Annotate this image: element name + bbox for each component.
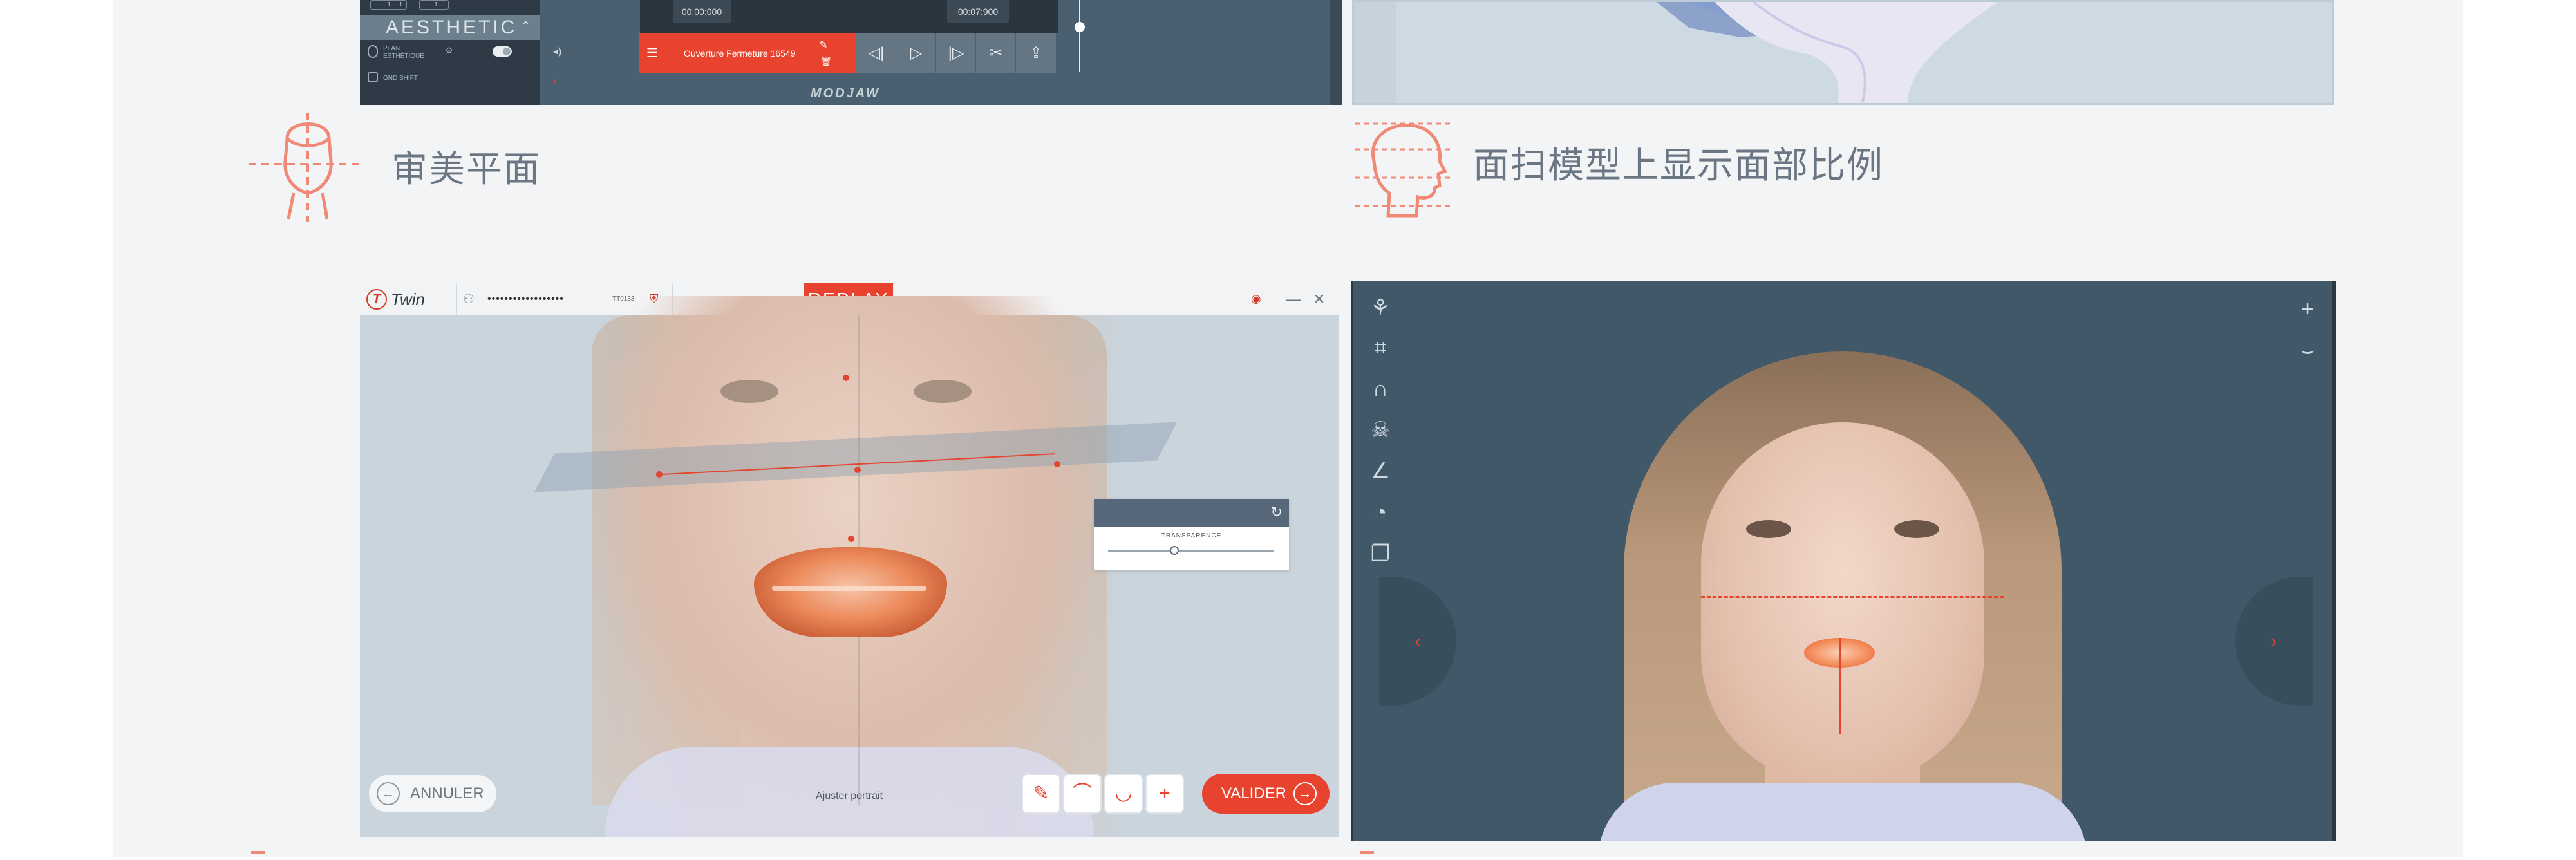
minimize-icon[interactable]: — [1281, 283, 1306, 315]
angle-tool-icon[interactable]: ∠ [1366, 457, 1395, 485]
back-arrow-icon[interactable]: ← [377, 782, 400, 805]
scissors-icon[interactable]: ✂ [975, 33, 1016, 73]
dental-arch-3d-model[interactable] [754, 547, 947, 637]
collapse-arrow-icon[interactable]: ‹ [553, 76, 556, 88]
modjaw-screenshot: ····· 1··· 1 ···· 1··· AESTHETIC ⌃ PLAN … [360, 0, 1342, 105]
modjaw-logo: MODJAW [811, 86, 880, 100]
skull-tool-icon[interactable]: ☠ [1366, 416, 1395, 444]
modjaw-sidebar-tabs: ····· 1··· 1 ···· 1··· [360, 0, 540, 12]
portrait-eye-right [914, 380, 972, 403]
timeline-end-time: 00:07:900 [947, 0, 1009, 23]
page-background: ····· 1··· 1 ···· 1··· AESTHETIC ⌃ PLAN … [113, 0, 2463, 857]
play-icon[interactable]: ▷ [896, 33, 936, 73]
trash-icon[interactable]: 🗑 [820, 41, 832, 81]
patient-name: •••••••••••••••••• [487, 294, 564, 304]
plan-esthetique-label: PLAN ESTHÉTIQUE [383, 45, 424, 60]
next-arrow[interactable]: › [2235, 577, 2313, 706]
timeline-scrubber[interactable] [1079, 0, 1080, 72]
portrait-eye-right [1894, 520, 1939, 538]
transparency-panel-header [1094, 499, 1289, 527]
title-divider [456, 283, 457, 315]
record-icon[interactable]: ◉ [1251, 292, 1261, 306]
aesthetic-section-header[interactable]: AESTHETIC [360, 15, 540, 40]
brush-tool-icon[interactable]: ✎ [1022, 774, 1060, 814]
timeline-start-time: 00:00:000 [673, 0, 731, 23]
chin-midline[interactable] [1839, 638, 1841, 734]
partial-icon [251, 851, 265, 860]
skeleton-tool-icon[interactable]: ⚘ [1366, 294, 1395, 322]
ttwin-logo-text: Twin [391, 290, 425, 309]
face-proportion-screenshot: ⚘ ⌗ ∩ ☠ ∠ ◔ ❐ + ⌣ ‹ › [1351, 281, 2336, 841]
landmark-point[interactable] [854, 467, 861, 473]
right-toolbar-strip [1330, 0, 1342, 105]
head-profile-tool-icon[interactable]: ◔ [1366, 498, 1395, 527]
hamburger-menu-icon[interactable]: ☰ [639, 33, 665, 73]
head-profile-proportion-icon [1355, 122, 1451, 218]
clip-bar[interactable]: Ouverture Fermeture 16549 ✎ 🗑 [639, 33, 856, 73]
forward-arrow-icon[interactable]: → [1293, 782, 1317, 805]
ttwin-screenshot: T Twin ⚇ •••••••••••••••••• TT0133 ⛨ REP… [360, 283, 1339, 837]
timeline-scrubber-knob[interactable] [1075, 22, 1085, 32]
smile-curve-tool-icon[interactable]: ◡ [1104, 774, 1143, 814]
previous-arrow[interactable]: ‹ [1379, 577, 1456, 706]
status-text: Ajuster portrait [815, 790, 883, 801]
crosshair-icon[interactable]: + [2293, 295, 2322, 323]
clip-label: Ouverture Fermeture 16549 [684, 48, 796, 59]
chevron-up-icon[interactable]: ⌃ [521, 19, 531, 33]
portrait-eye-left [1746, 520, 1791, 538]
caption-aesthetic-plane: 审美平面 [391, 149, 541, 189]
modjaw-tab-2[interactable]: ···· 1··· [419, 0, 449, 10]
speaker-icon[interactable]: ◂) [553, 45, 561, 58]
face-model-render [1352, 0, 2334, 105]
landmark-point[interactable] [848, 536, 854, 542]
transparency-slider-knob[interactable] [1170, 546, 1180, 555]
arch-tool-icon[interactable]: ∩ [1366, 375, 1395, 403]
refresh-icon[interactable]: ↻ [1271, 504, 1283, 521]
partial-icon [1360, 851, 1374, 860]
grid-tool-icon[interactable]: ⌗ [1366, 333, 1395, 362]
transparency-panel: ↻ TRANSPARENCE [1094, 499, 1289, 570]
user-icon: ⚇ [463, 292, 475, 306]
arch-tool-icon[interactable]: ⌒ [1063, 774, 1102, 814]
modjaw-sidebar: ····· 1··· 1 ···· 1··· AESTHETIC ⌃ PLAN … [360, 0, 540, 105]
settings-icon[interactable]: ⚙ [445, 45, 453, 56]
dental-arch-highlight [772, 586, 926, 591]
face-plane-icon [368, 45, 378, 58]
close-icon[interactable]: ✕ [1306, 283, 1332, 315]
modjaw-tab-1[interactable]: ····· 1··· 1 [370, 0, 408, 10]
face-aesthetic-plane-icon [249, 113, 364, 222]
landmark-point[interactable] [843, 375, 849, 381]
caption-face-scan-proportions: 面扫模型上显示面部比例 [1473, 145, 1884, 185]
gnd-shift-label: GND SHIFT [383, 75, 418, 82]
plan-esthetique-toggle[interactable] [493, 46, 512, 57]
transparency-label: TRANSPARENCE [1161, 532, 1222, 539]
proportion-guideline[interactable] [1701, 596, 2004, 598]
transparency-slider-track[interactable] [1108, 550, 1274, 552]
portrait-face [1701, 422, 1984, 783]
portrait-shirt [1598, 783, 2087, 841]
book-tool-icon[interactable]: ❐ [1366, 539, 1395, 568]
step-back-icon[interactable]: ◁| [856, 33, 896, 73]
face-model-illustration [1354, 2, 1998, 103]
share-icon[interactable]: ⇪ [1015, 33, 1056, 73]
landmark-point[interactable] [656, 471, 663, 478]
shift-icon [368, 72, 378, 82]
step-forward-icon[interactable]: |▷ [935, 33, 976, 73]
landmark-point[interactable] [1054, 461, 1060, 467]
add-point-tool-icon[interactable]: + [1145, 774, 1184, 814]
portrait-eye-left [720, 380, 778, 403]
jaw-icon[interactable]: ⌣ [2293, 336, 2322, 364]
